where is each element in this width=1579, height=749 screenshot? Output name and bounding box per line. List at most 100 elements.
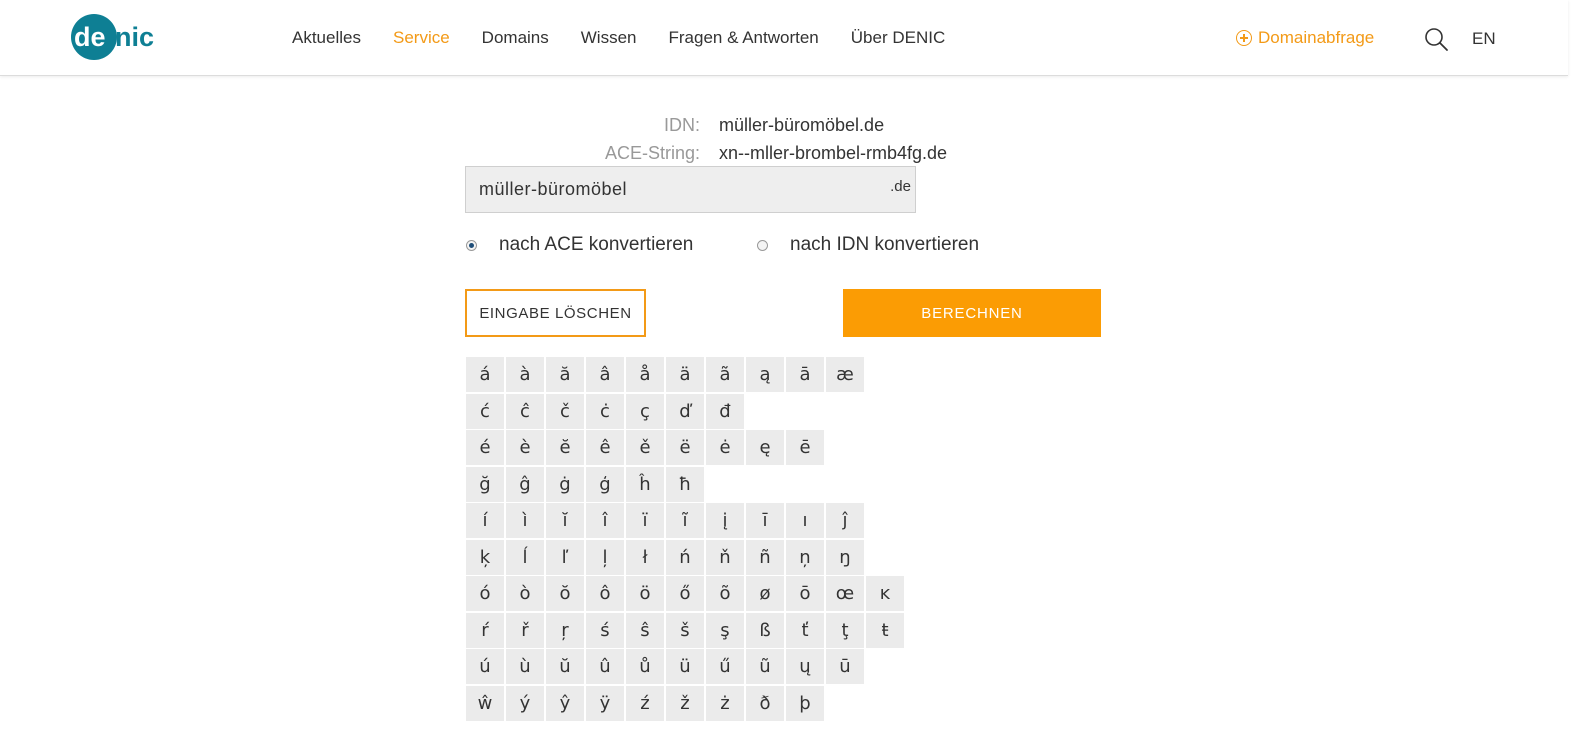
char-button[interactable]: ä (666, 357, 704, 392)
char-button[interactable]: œ (826, 576, 864, 611)
char-button[interactable]: õ (706, 576, 744, 611)
char-button[interactable]: ŏ (546, 576, 584, 611)
char-button[interactable]: ċ (586, 393, 624, 429)
char-button[interactable]: þ (786, 685, 824, 721)
char-button[interactable]: ū (826, 649, 864, 684)
char-button[interactable]: í (466, 503, 504, 538)
char-button[interactable]: ź (626, 685, 664, 721)
char-button[interactable]: ũ (746, 649, 784, 684)
nav-item-ueber-denic[interactable]: Über DENIC (851, 28, 945, 48)
char-button[interactable]: ó (466, 576, 504, 611)
char-button[interactable]: ĩ (666, 503, 704, 538)
char-button[interactable]: ĝ (506, 466, 544, 502)
char-button[interactable]: ł (626, 539, 664, 575)
char-button[interactable]: ç (626, 393, 664, 429)
char-button[interactable]: ñ (746, 539, 784, 575)
char-button[interactable]: ŋ (826, 539, 864, 575)
search-icon[interactable] (1423, 26, 1449, 52)
char-button[interactable]: ĭ (546, 503, 584, 538)
clear-input-button[interactable]: EINGABE LÖSCHEN (465, 289, 646, 337)
char-button[interactable]: ĸ (866, 576, 904, 611)
char-button[interactable]: ś (586, 612, 624, 648)
char-button[interactable]: ķ (466, 539, 504, 575)
char-button[interactable]: â (586, 357, 624, 392)
char-button[interactable]: ù (506, 649, 544, 684)
char-button[interactable]: ę (746, 430, 784, 465)
char-button[interactable]: ģ (586, 466, 624, 502)
char-button[interactable]: è (506, 430, 544, 465)
char-button[interactable]: ē (786, 430, 824, 465)
char-button[interactable]: ŗ (546, 612, 584, 648)
char-button[interactable]: č (546, 393, 584, 429)
nav-item-aktuelles[interactable]: Aktuelles (292, 28, 361, 48)
nav-item-wissen[interactable]: Wissen (581, 28, 637, 48)
char-button[interactable]: š (666, 612, 704, 648)
char-button[interactable]: ŕ (466, 612, 504, 648)
char-button[interactable]: ă (546, 357, 584, 392)
char-button[interactable]: é (466, 430, 504, 465)
char-button[interactable]: ű (706, 649, 744, 684)
char-button[interactable]: ţ (826, 612, 864, 648)
char-button[interactable]: ř (506, 612, 544, 648)
char-button[interactable]: ã (706, 357, 744, 392)
char-button[interactable]: ı (786, 503, 824, 538)
char-button[interactable]: ď (666, 393, 704, 429)
char-button[interactable]: ļ (586, 539, 624, 575)
char-button[interactable]: ğ (466, 466, 504, 502)
nav-item-fragen-antworten[interactable]: Fragen & Antworten (669, 28, 819, 48)
char-button[interactable]: ŭ (546, 649, 584, 684)
char-button[interactable]: å (626, 357, 664, 392)
char-button[interactable]: ö (626, 576, 664, 611)
char-button[interactable]: ŝ (626, 612, 664, 648)
char-button[interactable]: ć (466, 393, 504, 429)
char-button[interactable]: ï (626, 503, 664, 538)
char-button[interactable]: ż (706, 685, 744, 721)
radio-button-unchecked[interactable] (757, 239, 768, 251)
char-button[interactable]: ĉ (506, 393, 544, 429)
radio-to-idn[interactable]: nach IDN konvertieren (757, 234, 979, 256)
char-button[interactable]: ò (506, 576, 544, 611)
radio-to-ace[interactable]: nach ACE konvertieren (466, 234, 693, 256)
char-button[interactable]: ą (746, 357, 784, 392)
char-button[interactable]: á (466, 357, 504, 392)
char-button[interactable]: ĕ (546, 430, 584, 465)
denic-logo[interactable]: de nic (70, 13, 170, 61)
char-button[interactable]: ÿ (586, 685, 624, 721)
char-button[interactable]: ì (506, 503, 544, 538)
char-button[interactable]: û (586, 649, 624, 684)
char-button[interactable]: ß (746, 612, 784, 648)
nav-item-domains[interactable]: Domains (482, 28, 549, 48)
char-button[interactable]: ņ (786, 539, 824, 575)
char-button[interactable]: ŷ (546, 685, 584, 721)
char-button[interactable]: ŧ (866, 612, 904, 648)
char-button[interactable]: ń (666, 539, 704, 575)
char-button[interactable]: ø (746, 576, 784, 611)
char-button[interactable]: ë (666, 430, 704, 465)
char-button[interactable]: ħ (666, 466, 704, 502)
char-button[interactable]: ň (706, 539, 744, 575)
domain-input[interactable] (466, 167, 866, 212)
char-button[interactable]: ü (666, 649, 704, 684)
char-button[interactable]: î (586, 503, 624, 538)
char-button[interactable]: ī (746, 503, 784, 538)
char-button[interactable]: ľ (546, 539, 584, 575)
char-button[interactable]: ĥ (626, 466, 664, 502)
char-button[interactable]: æ (826, 357, 864, 392)
char-button[interactable]: ů (626, 649, 664, 684)
char-button[interactable]: ž (666, 685, 704, 721)
char-button[interactable]: ų (786, 649, 824, 684)
char-button[interactable]: ê (586, 430, 624, 465)
char-button[interactable]: đ (706, 393, 744, 429)
domainabfrage-link[interactable]: Domainabfrage (1236, 28, 1374, 48)
char-button[interactable]: ú (466, 649, 504, 684)
calculate-button[interactable]: BERECHNEN (843, 289, 1101, 337)
char-button[interactable]: ŵ (466, 685, 504, 721)
char-button[interactable]: ő (666, 576, 704, 611)
char-button[interactable]: ĵ (826, 503, 864, 538)
char-button[interactable]: ė (706, 430, 744, 465)
char-button[interactable]: ō (786, 576, 824, 611)
nav-item-service[interactable]: Service (393, 28, 450, 48)
char-button[interactable]: į (706, 503, 744, 538)
char-button[interactable]: ý (506, 685, 544, 721)
char-button[interactable]: à (506, 357, 544, 392)
